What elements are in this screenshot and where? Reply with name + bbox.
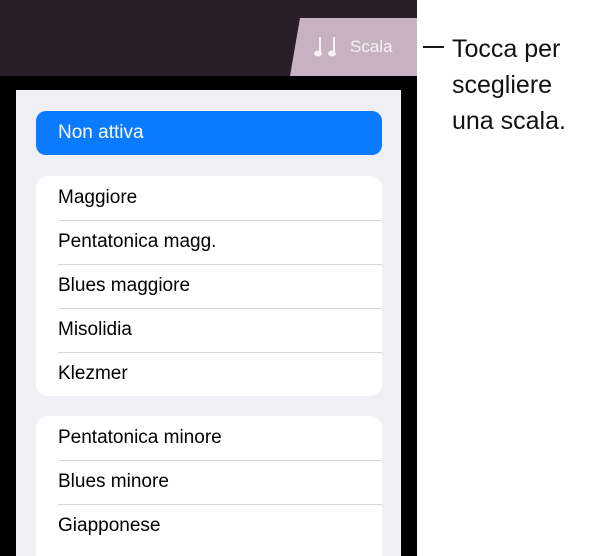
scale-popover: Non attiva Maggiore Pentatonica magg. Bl… [16,90,401,556]
scale-option-klezmer[interactable]: Klezmer [36,352,382,396]
scale-option-misolidia[interactable]: Misolidia [36,308,382,352]
scale-option-blues-maggiore[interactable]: Blues maggiore [36,264,382,308]
scale-option-giapponese[interactable]: Giapponese [36,504,382,548]
callout-text: Tocca per scegliere una scala. [452,35,566,135]
minor-scales-group: Pentatonica minore Blues minore Giappone… [36,416,382,556]
major-scales-group: Maggiore Pentatonica magg. Blues maggior… [36,176,382,396]
app-window: Scala Non attiva Maggiore Pentatonica ma… [0,0,417,556]
scale-option-pentatonica-minore[interactable]: Pentatonica minore [36,416,382,460]
callout-line [423,46,444,48]
music-notes-icon [314,36,338,58]
scale-option-maggiore[interactable]: Maggiore [36,176,382,220]
scale-option-pentatonica-magg[interactable]: Pentatonica magg. [36,220,382,264]
top-bar: Scala [0,0,417,76]
scale-option-blues-minore[interactable]: Blues minore [36,460,382,504]
scale-option-none[interactable]: Non attiva [36,111,382,155]
scale-button-label: Scala [350,37,393,56]
scale-button[interactable]: Scala [290,18,417,76]
